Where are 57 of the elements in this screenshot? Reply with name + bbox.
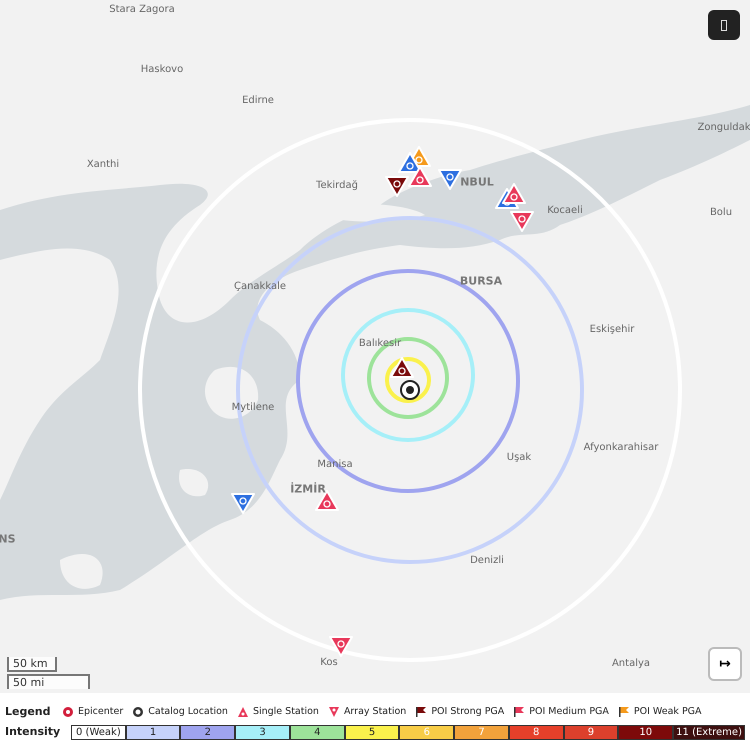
city-label: İZMİR — [290, 484, 326, 494]
intensity-cell: 4 — [290, 724, 345, 740]
legend-label: POI Weak PGA — [634, 704, 702, 719]
legend-title: Legend — [5, 704, 52, 720]
city-label: Kos — [320, 658, 338, 668]
target-icon — [132, 706, 144, 718]
city-label: Kocaeli — [547, 206, 583, 216]
triangle-icon — [328, 706, 340, 718]
station-marker[interactable] — [329, 636, 353, 657]
scale-bar: 50 km — [7, 657, 57, 672]
city-label: Denizli — [470, 556, 504, 566]
station-marker[interactable] — [231, 493, 255, 514]
intensity-cell: 0 (Weak) — [71, 724, 126, 740]
legend-label: Array Station — [344, 704, 406, 719]
fullscreen-button[interactable] — [708, 10, 740, 40]
city-label: Eskişehir — [590, 325, 634, 335]
intensity-cell: 9 — [564, 724, 618, 740]
intensity-cell: 11 (Extreme) — [673, 724, 746, 740]
city-label: NBUL — [460, 176, 494, 188]
triangle-icon — [236, 706, 249, 718]
station-marker[interactable] — [408, 166, 432, 187]
intensity-cell: 6 — [399, 724, 454, 740]
station-marker[interactable] — [510, 211, 534, 232]
intensity-cell: 2 — [180, 724, 236, 740]
legend-label: POI Strong PGA — [431, 704, 504, 719]
legend-label: Catalog Location — [148, 704, 228, 719]
station-marker[interactable] — [390, 357, 414, 378]
city-label: Bolu — [710, 208, 732, 218]
station-marker[interactable] — [438, 169, 462, 190]
city-label: Uşak — [506, 453, 532, 463]
collapse-button[interactable]: ↦ — [708, 647, 742, 681]
legend-label: Single Station — [252, 704, 319, 719]
intensity-cell: 10 — [618, 724, 674, 740]
city-label: Mytilene — [232, 403, 274, 413]
scale-bar: 50 mi — [7, 674, 90, 689]
city-label: Çanakkale — [234, 282, 286, 292]
city-label: Stara Zagora — [109, 5, 175, 15]
intensity-cell: 5 — [344, 724, 400, 740]
fullscreen-icon — [721, 20, 727, 30]
intensity-title: Intensity — [5, 724, 62, 740]
city-label: Tekirdağ — [316, 181, 358, 191]
intensity-cell: 7 — [454, 724, 509, 740]
epicenter-marker[interactable] — [400, 380, 420, 400]
target-icon — [62, 706, 74, 718]
city-label: Haskovo — [140, 65, 184, 75]
intensity-cell: 8 — [508, 724, 564, 740]
city-label: Xanthi — [86, 160, 120, 170]
legend-label: Epicenter — [78, 704, 124, 719]
legend-label: POI Medium PGA — [529, 704, 609, 719]
city-label: Afyonkarahisar — [584, 443, 658, 453]
city-label: Antalya — [612, 659, 650, 669]
city-label: Edirne — [242, 96, 274, 106]
station-marker[interactable] — [502, 183, 526, 204]
intensity-cell: 1 — [126, 724, 180, 740]
station-marker[interactable] — [385, 176, 409, 197]
city-label: BURSA — [460, 276, 502, 286]
intensity-cell: 3 — [235, 724, 290, 740]
